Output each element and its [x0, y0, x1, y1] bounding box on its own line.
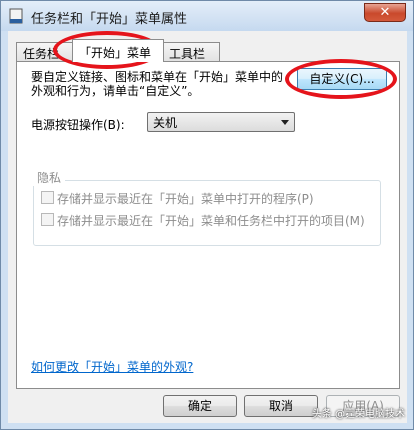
- customize-description: 要自定义链接、图标和菜单在「开始」菜单中的 外观和行为，请单击“自定义”。: [31, 70, 291, 98]
- tab-taskbar[interactable]: 任务栏: [16, 42, 74, 61]
- dialog-window: 任务栏和「开始」菜单属性 ✕ 任务栏 「开始」菜单 工具栏 要自定义链接、图标和…: [0, 0, 414, 430]
- taskbar-properties-icon: [9, 8, 23, 24]
- chevron-down-icon: [281, 120, 289, 125]
- close-button[interactable]: ✕: [364, 3, 406, 22]
- description-line-2: 外观和行为，请单击“自定义”。: [31, 84, 200, 98]
- help-link[interactable]: 如何更改「开始」菜单的外观?: [31, 358, 193, 375]
- power-button-select[interactable]: 关机: [147, 112, 295, 132]
- recent-programs-label: 存储并显示最近在「开始」菜单中打开的程序(P): [57, 192, 314, 206]
- title-bar[interactable]: 任务栏和「开始」菜单属性 ✕: [1, 1, 413, 31]
- power-button-label: 电源按钮操作(B):: [31, 118, 125, 132]
- recent-items-checkbox[interactable]: [41, 213, 54, 226]
- tab-toolbars[interactable]: 工具栏: [162, 42, 220, 61]
- power-button-selected-value: 关机: [153, 116, 178, 130]
- customize-button[interactable]: 自定义(C)...: [297, 68, 387, 90]
- tab-start-menu[interactable]: 「开始」菜单: [72, 39, 164, 62]
- tab-panel-start-menu: 要自定义链接、图标和菜单在「开始」菜单中的 外观和行为，请单击“自定义”。 自定…: [16, 61, 400, 389]
- dialog-body: 任务栏 「开始」菜单 工具栏 要自定义链接、图标和菜单在「开始」菜单中的 外观和…: [8, 31, 407, 423]
- privacy-group-title: 隐私: [33, 169, 66, 186]
- description-line-1: 要自定义链接、图标和菜单在「开始」菜单中的: [31, 70, 284, 84]
- recent-programs-checkbox[interactable]: [41, 191, 54, 204]
- watermark: 头条 @霆荣电脑技术: [311, 409, 405, 420]
- window-title: 任务栏和「开始」菜单属性: [31, 12, 188, 27]
- recent-items-label: 存储并显示最近在「开始」菜单和任务栏中打开的项目(M): [57, 214, 365, 228]
- cancel-button[interactable]: 取消: [244, 395, 318, 417]
- ok-button[interactable]: 确定: [163, 395, 237, 417]
